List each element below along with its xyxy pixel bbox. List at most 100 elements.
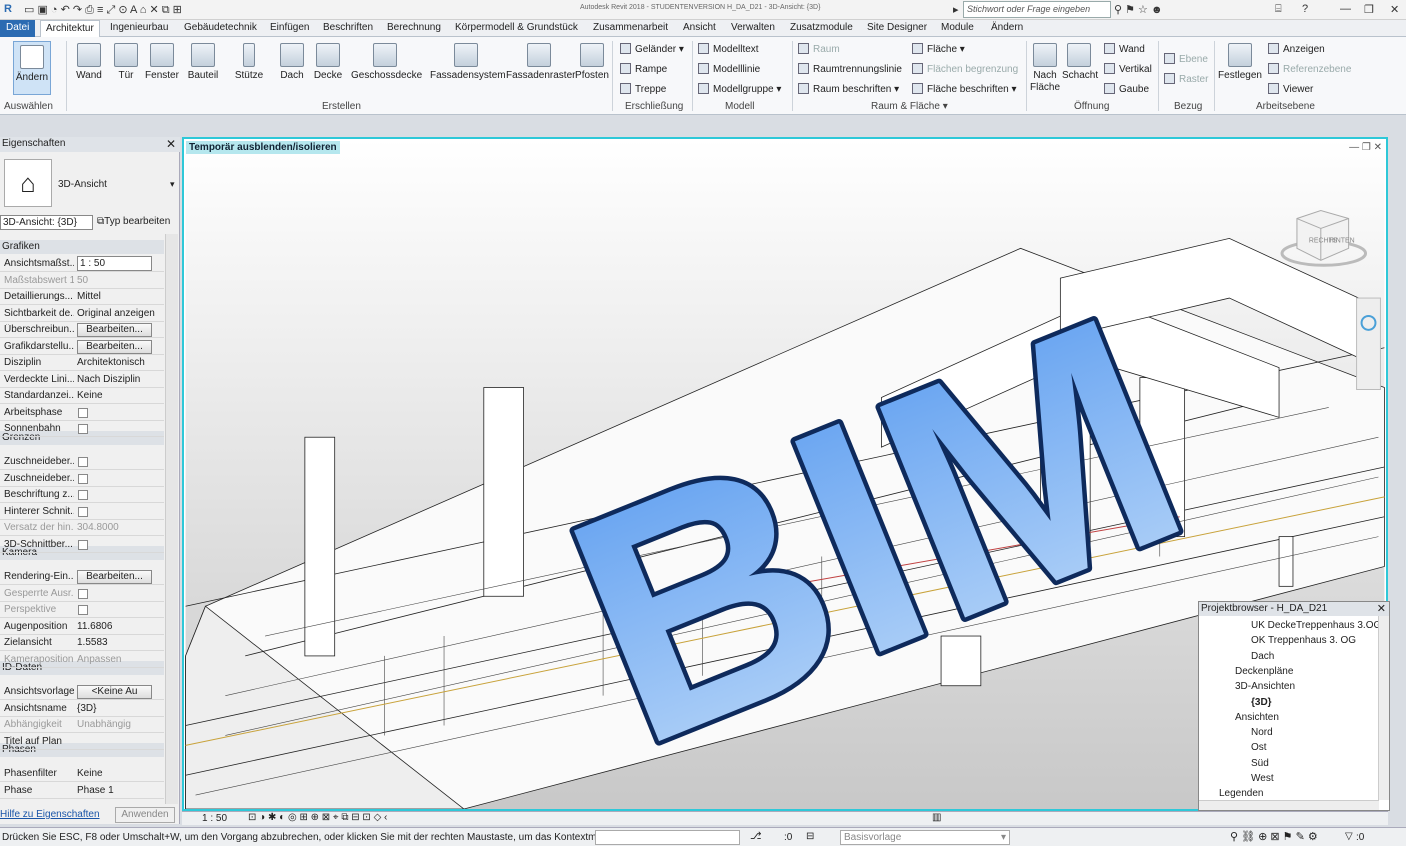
vertical-opening-button[interactable]: Vertikal — [1104, 63, 1152, 75]
browser-tree-item[interactable]: OK Treppenhaus 3. OG — [1251, 635, 1356, 646]
property-checkbox[interactable] — [78, 539, 88, 550]
model-group-button[interactable]: Modellgruppe ▾ — [698, 83, 781, 95]
browser-tree-item[interactable]: UK DeckeTreppenhaus 3.OG — [1251, 620, 1381, 631]
close-window-icon[interactable]: ✕ — [1390, 3, 1399, 16]
browser-tree-item[interactable]: 3D-Ansichten — [1235, 681, 1295, 692]
workset-dropdown[interactable] — [595, 830, 740, 845]
property-value[interactable]: Original anzeigen — [77, 308, 155, 319]
property-checkbox[interactable] — [78, 424, 88, 434]
browser-tree-item[interactable]: Nord — [1251, 727, 1273, 738]
properties-scrollbar[interactable] — [165, 234, 178, 804]
browser-tree-item[interactable]: Ost — [1251, 742, 1267, 753]
cart-icon[interactable]: ⌸ — [1275, 3, 1282, 16]
tab-modify[interactable]: Ändern — [991, 22, 1023, 33]
tab-insert[interactable]: Einfügen — [270, 22, 309, 33]
railing-button[interactable]: Geländer ▾ — [620, 43, 684, 55]
property-checkbox[interactable] — [78, 457, 88, 467]
group-select-label[interactable]: Auswählen — [4, 101, 53, 112]
design-option-select[interactable]: Basisvorlage ▾ — [840, 830, 1010, 845]
property-value[interactable]: Mittel — [77, 291, 101, 302]
type-dropdown-icon[interactable]: ▾ — [170, 179, 175, 190]
property-checkbox[interactable] — [78, 490, 88, 500]
property-edit-button[interactable]: Bearbeiten... — [77, 570, 152, 584]
area-button[interactable]: Fläche ▾ — [912, 43, 965, 55]
property-value[interactable]: Anpassen — [77, 654, 121, 665]
property-value[interactable]: 1.5583 — [77, 637, 108, 648]
curtain-grid-button[interactable]: Fassadenraster — [506, 43, 575, 81]
property-value[interactable]: 304.8000 — [77, 522, 119, 533]
by-face-button[interactable]: Nach Fläche — [1030, 43, 1060, 94]
browser-tree-item[interactable]: {3D} — [1251, 697, 1272, 708]
tab-file[interactable]: Datei — [0, 20, 36, 37]
ceiling-button[interactable]: Decke — [312, 43, 344, 81]
mullion-button[interactable]: Pfosten — [575, 43, 609, 81]
tab-architecture[interactable]: Architektur — [40, 20, 100, 38]
floor-button[interactable]: Geschossdecke — [351, 43, 422, 81]
help-search-input[interactable]: Stichwort oder Frage eingeben — [963, 1, 1111, 18]
property-value[interactable]: Nach Disziplin — [77, 374, 140, 385]
show-workplane-button[interactable]: Anzeigen — [1268, 43, 1325, 55]
window-button[interactable]: Fenster — [145, 43, 179, 81]
property-value[interactable]: Keine — [77, 768, 103, 779]
room-separator-button[interactable]: Raumtrennungslinie — [798, 63, 902, 75]
group-room-area-label[interactable]: Raum & Fläche ▾ — [871, 101, 948, 112]
close-panel-icon[interactable]: ✕ — [166, 137, 176, 151]
type-selector[interactable]: 3D-Ansicht — [58, 179, 107, 190]
model-line-button[interactable]: Modelllinie — [698, 63, 760, 75]
design-options-icon[interactable]: ⊟ — [806, 831, 814, 842]
component-button[interactable]: Bauteil — [186, 43, 220, 81]
tab-view[interactable]: Ansicht — [683, 22, 716, 33]
tag-area-button[interactable]: Fläche beschriften ▾ — [912, 83, 1017, 95]
ramp-button[interactable]: Rampe — [620, 63, 667, 75]
property-checkbox[interactable] — [78, 407, 88, 418]
properties-help-link[interactable]: Hilfe zu Eigenschaften — [0, 809, 100, 820]
minimize-icon[interactable]: — — [1340, 3, 1351, 15]
browser-tree-item[interactable]: Dach — [1251, 651, 1274, 662]
view-horizontal-scrollbar[interactable]: ▥ — [932, 812, 941, 823]
property-value[interactable]: Architektonisch — [77, 357, 145, 368]
tag-room-button[interactable]: Raum beschriften ▾ — [798, 83, 899, 95]
property-value[interactable]: 1 : 50 — [77, 256, 152, 271]
tab-structure[interactable]: Ingenieurbau — [110, 22, 168, 33]
viewer-button[interactable]: Viewer — [1268, 83, 1313, 95]
filter-icon[interactable]: ▽ — [1345, 831, 1353, 842]
browser-horizontal-scrollbar[interactable] — [1199, 800, 1379, 810]
revit-logo-icon[interactable]: R — [4, 3, 12, 15]
room-button[interactable]: Raum — [798, 43, 840, 55]
tab-site-designer[interactable]: Site Designer — [867, 22, 927, 33]
view-control-icons[interactable]: ⊡ ◑ ✱ ◐ ◎ ⊞ ⊕ ⊠ ⌖ ⧉ ⊟ ⊡ ◇ ‹ — [248, 812, 387, 823]
property-value[interactable]: {3D} — [77, 703, 96, 714]
expand-icon[interactable]: ▸ — [953, 3, 959, 16]
area-boundary-button[interactable]: Flächen begrenzung — [912, 63, 1018, 75]
worksets-icon[interactable]: ⎇ — [750, 831, 762, 842]
wall-button[interactable]: Wand — [74, 43, 104, 81]
tab-annotate[interactable]: Beschriften — [323, 22, 373, 33]
wall-opening-button[interactable]: Wand — [1104, 43, 1145, 55]
navigation-bar[interactable] — [1356, 297, 1381, 391]
ref-plane-button[interactable]: Referenzebene — [1268, 63, 1351, 75]
instance-filter-select[interactable]: 3D-Ansicht: {3D} — [0, 215, 93, 230]
property-checkbox[interactable] — [78, 473, 88, 484]
property-edit-button[interactable]: <Keine Au — [77, 685, 152, 699]
tab-addins[interactable]: Zusatzmodule — [790, 22, 853, 33]
level-button[interactable]: Ebene — [1164, 53, 1208, 65]
property-value[interactable]: 50 — [77, 275, 88, 286]
quick-access-toolbar-icons[interactable]: ▭ ▣ ◔ ↶ ↷ ⎙ ≡ ⤢ ⊙ A ⌂ ✕ ⧉ ⊞ — [24, 3, 182, 17]
door-button[interactable]: Tür — [112, 43, 140, 81]
browser-tree-item[interactable]: West — [1251, 773, 1274, 784]
tab-modules[interactable]: Module — [941, 22, 974, 33]
dormer-button[interactable]: Gaube — [1104, 83, 1149, 95]
property-edit-button[interactable]: Bearbeiten... — [77, 339, 152, 354]
property-value[interactable]: Unabhängig — [77, 719, 131, 730]
property-checkbox[interactable] — [78, 506, 88, 517]
set-workplane-button[interactable]: Festlegen — [1218, 43, 1262, 81]
property-value[interactable]: Keine — [77, 390, 103, 401]
property-edit-button[interactable]: Bearbeiten... — [77, 323, 152, 337]
property-value[interactable]: 11.6806 — [77, 621, 112, 632]
roof-button[interactable]: Dach — [278, 43, 306, 81]
help-icon[interactable]: ? — [1302, 3, 1308, 15]
apply-button[interactable]: Anwenden — [115, 807, 175, 823]
view-window-controls[interactable]: — ❐ ✕ — [1349, 142, 1382, 153]
browser-tree-item[interactable]: Legenden — [1219, 788, 1264, 799]
section-grafiken[interactable]: Grafiken — [0, 240, 164, 254]
